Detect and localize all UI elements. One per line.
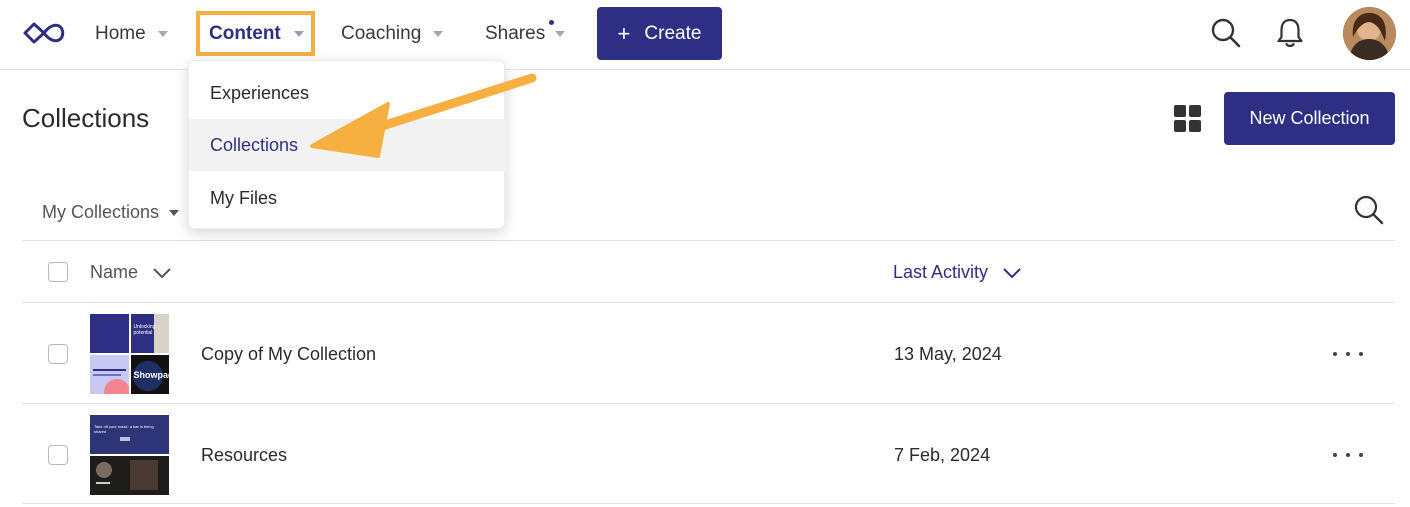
collection-thumbnail: Take off your mask: a bar is being share… — [90, 415, 169, 495]
avatar[interactable] — [1343, 7, 1396, 60]
filter-label: My Collections — [42, 202, 160, 222]
create-button[interactable]: + Create — [597, 7, 722, 60]
select-all-checkbox[interactable] — [48, 262, 68, 282]
nav-shares[interactable]: Shares — [485, 14, 566, 54]
nav-content-label: Content — [209, 22, 281, 44]
row-last-activity: 7 Feb, 2024 — [894, 445, 991, 465]
caret-down-icon — [555, 31, 566, 37]
avatar-image — [1343, 7, 1396, 60]
thumbnail-tile: Take off your mask: a bar is being share… — [90, 415, 169, 454]
caret-down-icon — [433, 31, 444, 37]
menu-item-my-files[interactable]: My Files — [189, 172, 506, 224]
thumbnail-tile: Unlocking potential — [130, 314, 169, 353]
callout-arrow-icon — [310, 73, 537, 158]
chevron-down-icon — [153, 267, 171, 278]
collection-thumbnail: Unlocking potential Showpad — [90, 314, 169, 394]
thumbnail-tile — [90, 456, 169, 495]
nav-content[interactable]: Content — [196, 11, 315, 56]
more-options-icon[interactable] — [1333, 451, 1363, 459]
more-options-icon[interactable] — [1333, 350, 1363, 358]
page-title: Collections — [22, 103, 150, 133]
thumbnail-tile: Showpad — [130, 355, 170, 394]
thumbnail-text: Take off your mask: a bar is being share… — [94, 424, 154, 434]
column-name-label: Name — [90, 262, 139, 282]
row-last-activity: 13 May, 2024 — [894, 344, 1002, 364]
nav-coaching-label: Coaching — [341, 23, 422, 44]
row-name[interactable]: Resources — [201, 445, 287, 466]
notification-dot — [549, 20, 554, 25]
caret-down-icon — [293, 30, 304, 37]
thumbnail-text: Showpad — [133, 370, 170, 380]
create-button-label: Create — [644, 22, 702, 44]
row-checkbox[interactable] — [48, 445, 68, 465]
row-name[interactable]: Copy of My Collection — [201, 344, 376, 365]
thumbnail-tile — [90, 314, 129, 353]
divider — [22, 240, 1395, 241]
thumbnail-tile — [90, 355, 129, 394]
nav-shares-label: Shares — [485, 23, 546, 44]
divider — [22, 403, 1395, 404]
column-activity-label: Last Activity — [893, 262, 989, 282]
grid-view-icon[interactable] — [1174, 105, 1202, 133]
column-header-last-activity[interactable]: Last Activity — [893, 262, 1022, 283]
nav-coaching[interactable]: Coaching — [341, 14, 444, 54]
row-checkbox[interactable] — [48, 344, 68, 364]
thumbnail-text: Unlocking potential — [133, 324, 156, 336]
infinity-logo-icon[interactable] — [22, 20, 66, 46]
search-icon[interactable] — [1210, 16, 1242, 50]
caret-down-icon — [157, 31, 168, 37]
chevron-down-icon — [1003, 267, 1021, 278]
plus-icon: + — [617, 20, 631, 46]
divider — [22, 302, 1395, 303]
caret-down-icon — [169, 209, 180, 216]
new-collection-button[interactable]: New Collection — [1224, 92, 1395, 145]
search-icon[interactable] — [1353, 194, 1385, 226]
divider — [22, 503, 1395, 504]
nav-home-label: Home — [95, 23, 146, 44]
collection-filter-dropdown[interactable]: My Collections — [42, 202, 180, 223]
bell-icon[interactable] — [1274, 16, 1306, 50]
column-header-name[interactable]: Name — [90, 262, 172, 283]
nav-home[interactable]: Home — [95, 14, 168, 54]
